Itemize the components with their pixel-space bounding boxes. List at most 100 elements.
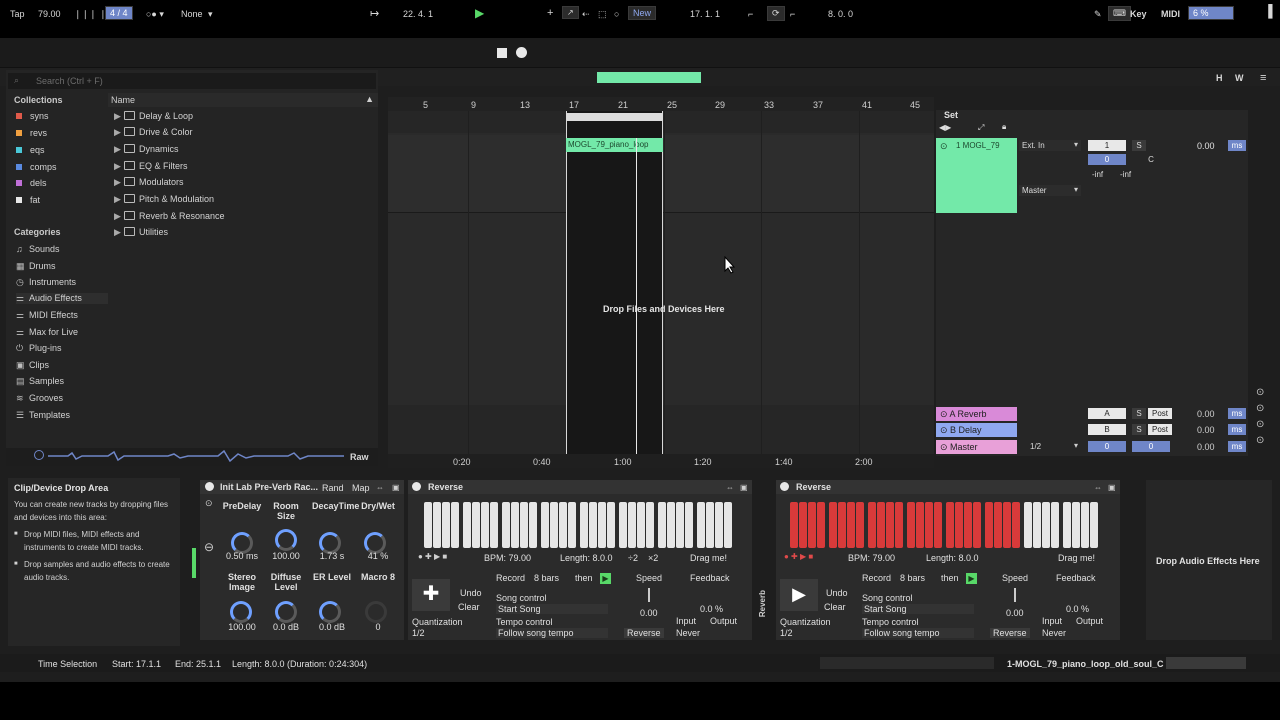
fold-icon[interactable]: ▣	[392, 483, 400, 492]
device-on-icon[interactable]	[780, 482, 789, 491]
device-fold-icon[interactable]: ▣	[1108, 483, 1116, 492]
loop-switch-icon[interactable]: ⟳	[767, 6, 785, 21]
expand-arrow-icon[interactable]: ▶	[114, 177, 124, 188]
folder-row[interactable]: ▶ Delay & Loop	[114, 111, 193, 122]
punch-in-icon[interactable]: ⌐	[748, 9, 753, 19]
computer-keyboard-icon[interactable]: ⌨	[1108, 6, 1131, 21]
time-signature-field[interactable]: 4 / 4	[105, 6, 133, 20]
output-select[interactable]: Master	[1019, 185, 1081, 196]
return-track-a[interactable]: ⊙ A Reverb	[936, 407, 1017, 421]
set-locator-button[interactable]: Set	[944, 110, 958, 120]
solo-button[interactable]: S	[1132, 140, 1146, 151]
raw-toggle[interactable]: Raw	[350, 452, 369, 462]
folder-row[interactable]: ▶ Pitch & Modulation	[114, 194, 214, 205]
delay-unit-ms[interactable]: ms	[1228, 408, 1246, 419]
category-templates[interactable]: ☰ Templates	[16, 410, 70, 421]
tap-button[interactable]: Tap	[10, 9, 25, 19]
loop-length-field[interactable]: 8. 0. 0	[828, 9, 853, 19]
undo-button[interactable]: Undo	[826, 588, 848, 598]
rack-settings-icon[interactable]: ⊙	[205, 498, 213, 509]
folder-row[interactable]: ▶ Modulators	[114, 177, 184, 188]
category-sounds[interactable]: ♫ Sounds	[16, 244, 60, 254]
collection-item-comps[interactable]: comps	[16, 162, 57, 172]
folder-row[interactable]: ▶ Utilities	[114, 227, 168, 238]
device-title[interactable]: Reverse	[776, 480, 1120, 494]
record-length-select[interactable]: 8 bars	[534, 573, 559, 583]
device-title[interactable]: Reverse	[408, 480, 752, 494]
master-db[interactable]: 0.00	[1197, 442, 1215, 452]
track-fold-icon[interactable]: ⊙	[940, 141, 948, 152]
track-volume-db[interactable]: 0.00	[1197, 141, 1215, 151]
overdub-icon[interactable]: +	[547, 7, 553, 19]
macro-knob-8[interactable]	[365, 601, 387, 623]
rand-button[interactable]: Rand	[322, 483, 344, 493]
collection-item-eqs[interactable]: eqs	[16, 145, 45, 155]
buffer-controls-icon[interactable]: ● ✚ ▶ ■	[418, 552, 447, 561]
double-button[interactable]: ×2	[648, 553, 658, 563]
return-a-db[interactable]: 0.00	[1197, 409, 1215, 419]
folder-row[interactable]: ▶ EQ & Filters	[114, 161, 188, 172]
dropdown-arrow-icon[interactable]: ▾	[1074, 140, 1078, 149]
master-output-select[interactable]: 1/2	[1028, 441, 1080, 452]
clear-button[interactable]: Clear	[458, 602, 480, 612]
master-track[interactable]: ⊙ Master	[936, 440, 1017, 454]
time-selection[interactable]	[566, 111, 663, 456]
record-length-select[interactable]: 8 bars	[900, 573, 925, 583]
loop-start-field[interactable]: 17. 1. 1	[690, 9, 720, 19]
back-to-arrangement-icon[interactable]: ⇠	[582, 9, 590, 20]
category-clips[interactable]: ▣ Clips	[16, 360, 49, 371]
delay-unit-ms[interactable]: ms	[1228, 424, 1246, 435]
input-type-select[interactable]: Ext. In	[1019, 140, 1081, 151]
device-on-icon[interactable]	[205, 482, 214, 491]
record-icon[interactable]	[516, 47, 527, 58]
overview-clip[interactable]	[597, 72, 701, 83]
quantization-select[interactable]: 1/2	[412, 628, 484, 638]
buffer-controls-icon[interactable]: ● ✚ ▶ ■	[784, 552, 813, 561]
return-b-activator[interactable]: B	[1088, 424, 1126, 435]
return-b-db[interactable]: 0.00	[1197, 425, 1215, 435]
drop-audio-effects-area[interactable]: Drop Audio Effects Here	[1146, 480, 1272, 640]
draw-mode-icon[interactable]: ✎	[1094, 9, 1102, 20]
reverse-device-2[interactable]: Reverse ⇔ ▣ ● ✚ ▶ ■ BPM: 79.00 Length: 8…	[776, 480, 1120, 640]
audio-clip[interactable]: MOGL_79_piano_loop	[566, 138, 663, 152]
remove-macro-icon[interactable]: ⊖	[204, 540, 214, 554]
reverse-button[interactable]: Reverse	[990, 628, 1030, 638]
category-plug-ins[interactable]: ⏻ Plug-ins	[16, 343, 62, 354]
expand-arrow-icon[interactable]: ▶	[114, 161, 124, 172]
folder-row[interactable]: ▶ Reverb & Resonance	[114, 211, 225, 222]
category-max-for-live[interactable]: ⚌ Max for Live	[16, 327, 78, 338]
reverse-device-1[interactable]: Reverse ⇔ ▣ ● ✚ ▶ ■ BPM: 79.00 Length: 8…	[408, 480, 752, 640]
midi-map-button[interactable]: MIDI	[1161, 9, 1180, 19]
post-button[interactable]: Post	[1148, 424, 1172, 435]
tempo-field[interactable]: 79.00	[38, 9, 61, 19]
session-record-icon[interactable]: ○	[614, 9, 619, 19]
delay-unit-ms[interactable]: ms	[1228, 140, 1246, 151]
device-menu-icon[interactable]: ⇔	[1094, 483, 1102, 492]
device-on-icon[interactable]	[412, 482, 421, 491]
speed-slider[interactable]	[1014, 588, 1016, 602]
pan-field[interactable]: C	[1144, 154, 1158, 165]
groove-dropdown-icon[interactable]: ▾	[208, 9, 213, 20]
return-a-activator[interactable]: A	[1088, 408, 1126, 419]
beat-ruler[interactable]	[388, 97, 934, 111]
automation-arm-icon[interactable]: ↗	[562, 6, 579, 19]
folder-row[interactable]: ▶ Drive & Color	[114, 127, 193, 138]
reverse-button[interactable]: Reverse	[624, 628, 664, 638]
feedback-value[interactable]: 0.0 %	[1066, 604, 1089, 614]
expand-arrow-icon[interactable]: ▶	[114, 211, 124, 222]
preview-toggle-icon[interactable]	[34, 450, 44, 460]
collection-item-syns[interactable]: syns	[16, 111, 49, 121]
undo-button[interactable]: Undo	[460, 588, 482, 598]
expand-arrow-icon[interactable]: ▶	[114, 227, 124, 238]
macro-knob-er-level[interactable]	[319, 601, 341, 623]
category-grooves[interactable]: ≋ Grooves	[16, 393, 63, 404]
browser-search-input[interactable]: Search (Ctrl + F)	[8, 73, 376, 89]
collection-item-revs[interactable]: revs	[16, 128, 47, 138]
feedback-value[interactable]: 0.0 %	[700, 604, 723, 614]
loop-brace[interactable]	[566, 113, 663, 121]
solo-button[interactable]: S	[1132, 408, 1146, 419]
macro-knob-diffuse-level[interactable]	[275, 601, 297, 623]
name-column-header[interactable]: Name ▲	[108, 93, 378, 107]
capture-icon[interactable]: ⬚	[598, 9, 607, 20]
menu-icon[interactable]: ≡	[1260, 72, 1266, 84]
